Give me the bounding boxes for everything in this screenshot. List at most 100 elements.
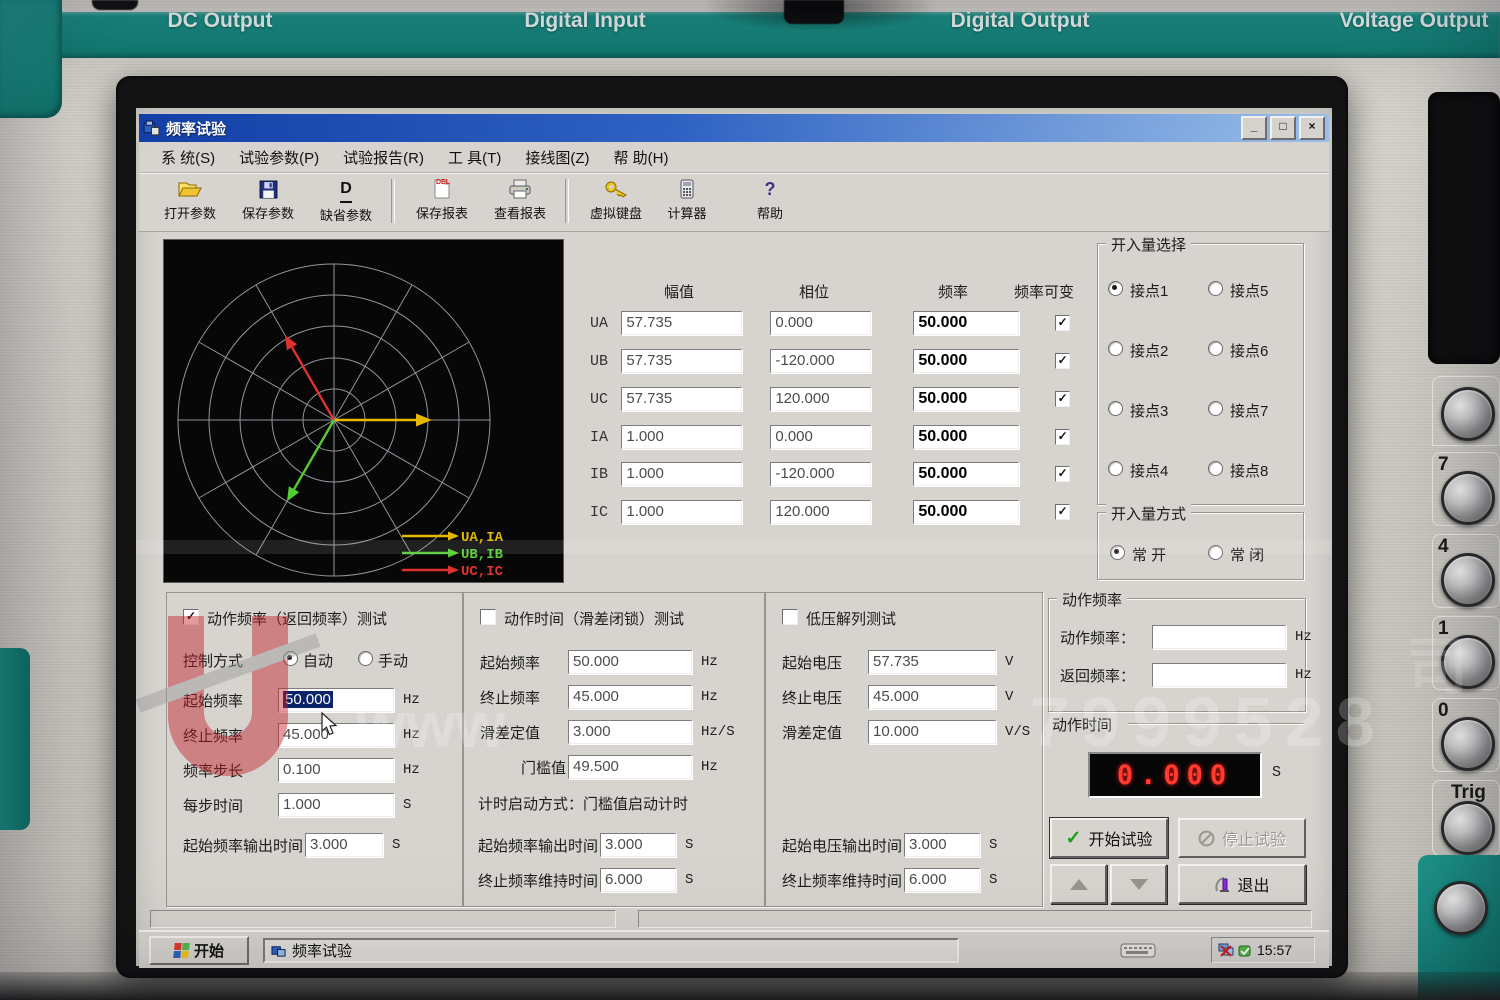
- step-down-button[interactable]: [1110, 864, 1167, 904]
- exit-button[interactable]: 退出: [1178, 864, 1306, 904]
- action-time-test-checkbox[interactable]: [480, 609, 496, 625]
- uc-frequency-input[interactable]: 50.000: [913, 387, 1019, 411]
- ia-phase-input[interactable]: 0.000: [770, 425, 871, 449]
- ub-amplitude-input[interactable]: 57.735: [621, 349, 742, 373]
- uc-amplitude-input[interactable]: 57.735: [621, 387, 742, 411]
- input-method-keyboard-icon[interactable]: [1117, 940, 1159, 960]
- save-report-button[interactable]: DEL 保存报表: [403, 177, 481, 227]
- start-freq-output-time-input[interactable]: 3.000: [305, 833, 383, 857]
- ua-frequency-input[interactable]: 50.000: [913, 311, 1019, 335]
- window-titlebar[interactable]: 频率试验 _ □ ×: [139, 114, 1329, 142]
- uc-freq-variable-checkbox[interactable]: ✓: [1055, 391, 1070, 407]
- radio-contact-8-label: 接点8: [1230, 460, 1268, 481]
- ic-freq-variable-checkbox[interactable]: ✓: [1055, 504, 1070, 520]
- minimize-button[interactable]: _: [1241, 116, 1267, 140]
- action-frequency-result-input[interactable]: [1152, 625, 1286, 649]
- ib-phase-input[interactable]: -120.000: [770, 462, 871, 486]
- menu-test-params[interactable]: 试验参数(P): [227, 144, 331, 171]
- voltage-slip-input[interactable]: 10.000: [868, 720, 996, 744]
- maximize-button[interactable]: □: [1270, 116, 1296, 140]
- time-end-frequency-input[interactable]: 45.000: [568, 685, 692, 709]
- start-test-button[interactable]: ✓ 开始试验: [1050, 818, 1168, 858]
- lv-end-hold-input[interactable]: 6.000: [904, 868, 980, 892]
- ib-freq-variable-checkbox[interactable]: ✓: [1055, 466, 1070, 482]
- end-voltage-input[interactable]: 45.000: [868, 685, 996, 709]
- task-button-frequency-test[interactable]: 频率试验: [263, 938, 959, 963]
- return-frequency-result-input[interactable]: [1152, 663, 1286, 687]
- ub-freq-variable-checkbox[interactable]: ✓: [1055, 353, 1070, 369]
- view-report-button[interactable]: 查看报表: [481, 177, 559, 227]
- radio-contact-3[interactable]: [1108, 401, 1123, 416]
- open-params-button[interactable]: 打开参数: [151, 177, 229, 227]
- ia-frequency-input[interactable]: 50.000: [913, 425, 1019, 449]
- ub-frequency-input[interactable]: 50.000: [913, 349, 1019, 373]
- ua-amplitude-input[interactable]: 57.735: [621, 311, 742, 335]
- ic-amplitude-input[interactable]: 1.000: [621, 500, 742, 524]
- stop-test-button[interactable]: 停止试验: [1178, 818, 1306, 858]
- radio-normally-open[interactable]: [1110, 545, 1125, 560]
- panel-label-dc-output: DC Output: [140, 9, 300, 33]
- ua-freq-variable-checkbox[interactable]: ✓: [1055, 315, 1070, 331]
- input-select-title: 开入量选择: [1106, 234, 1191, 255]
- window-title: 频率试验: [166, 118, 226, 139]
- network-disconnected-icon[interactable]: [1218, 943, 1234, 957]
- virtual-keyboard-button[interactable]: 虚拟键盘: [577, 177, 655, 227]
- panel-label-voltage-output: Voltage Output: [1328, 9, 1500, 33]
- menu-tools[interactable]: 工 具(T): [436, 144, 513, 171]
- chassis-side-trim: [0, 648, 30, 830]
- ib-frequency-input[interactable]: 50.000: [913, 462, 1019, 486]
- start-voltage-output-input[interactable]: 3.000: [904, 833, 980, 857]
- calculator-button[interactable]: 计算器: [655, 177, 719, 227]
- uc-phase-input[interactable]: 120.000: [770, 387, 871, 411]
- keypad-label-4: 4: [1438, 536, 1449, 558]
- help-button[interactable]: ? 帮助: [735, 177, 805, 227]
- ic-phase-input[interactable]: 120.000: [770, 500, 871, 524]
- radio-contact-7[interactable]: [1208, 401, 1223, 416]
- menu-system[interactable]: 系 统(S): [149, 144, 227, 171]
- tray-app-icon[interactable]: [1238, 944, 1251, 957]
- radio-contact-8[interactable]: [1208, 461, 1223, 476]
- channel-row-uc: UC 57.735 120.000 50.000 ✓: [590, 387, 1070, 411]
- app-icon: [143, 120, 160, 137]
- keypad-cell: [1432, 376, 1500, 446]
- time-start-output-input[interactable]: 3.000: [600, 833, 676, 857]
- save-params-button[interactable]: 保存参数: [229, 177, 307, 227]
- action-time-label: 动作时间: [1052, 714, 1112, 735]
- panel-label-digital-output: Digital Output: [920, 9, 1120, 33]
- radio-contact-7-label: 接点7: [1230, 400, 1268, 421]
- radio-contact-1[interactable]: [1108, 281, 1123, 296]
- keypad-label-0: 0: [1438, 700, 1449, 722]
- threshold-input[interactable]: 49.500: [568, 755, 692, 779]
- up-arrow-icon: [1070, 879, 1088, 890]
- legend-ua-ia: UA,IA: [461, 530, 504, 546]
- close-button[interactable]: ×: [1299, 116, 1325, 140]
- start-menu-button[interactable]: 开始: [149, 936, 249, 965]
- cable-shadow: [700, 0, 940, 32]
- time-start-frequency-input[interactable]: 50.000: [568, 650, 692, 674]
- slip-setting-input[interactable]: 3.000: [568, 720, 692, 744]
- ua-phase-input[interactable]: 0.000: [770, 311, 871, 335]
- ic-frequency-input[interactable]: 50.000: [913, 500, 1019, 524]
- time-end-hold-input[interactable]: 6.000: [600, 868, 676, 892]
- step-time-input[interactable]: 1.000: [278, 793, 394, 817]
- radio-contact-5[interactable]: [1208, 281, 1223, 296]
- ub-phase-input[interactable]: -120.000: [770, 349, 871, 373]
- radio-manual[interactable]: [358, 651, 373, 666]
- ib-amplitude-input[interactable]: 1.000: [621, 462, 742, 486]
- menu-help[interactable]: 帮 助(H): [601, 144, 680, 171]
- panel-label-digital-input: Digital Input: [490, 9, 680, 33]
- menu-test-report[interactable]: 试验报告(R): [331, 144, 436, 171]
- default-params-button[interactable]: D 缺省参数: [307, 177, 385, 227]
- radio-contact-4[interactable]: [1108, 461, 1123, 476]
- low-voltage-test-checkbox[interactable]: [782, 609, 798, 625]
- step-up-button[interactable]: [1050, 864, 1107, 904]
- radio-contact-2[interactable]: [1108, 341, 1123, 356]
- ia-freq-variable-checkbox[interactable]: ✓: [1055, 429, 1070, 445]
- phasor-vector-ub-ib: [287, 420, 334, 501]
- start-voltage-input[interactable]: 57.735: [868, 650, 996, 674]
- radio-normally-closed[interactable]: [1208, 545, 1223, 560]
- radio-contact-6[interactable]: [1208, 341, 1223, 356]
- menu-wiring-diagram[interactable]: 接线图(Z): [513, 144, 601, 171]
- input-mode-group: 开入量方式: [1097, 512, 1304, 580]
- ia-amplitude-input[interactable]: 1.000: [621, 425, 742, 449]
